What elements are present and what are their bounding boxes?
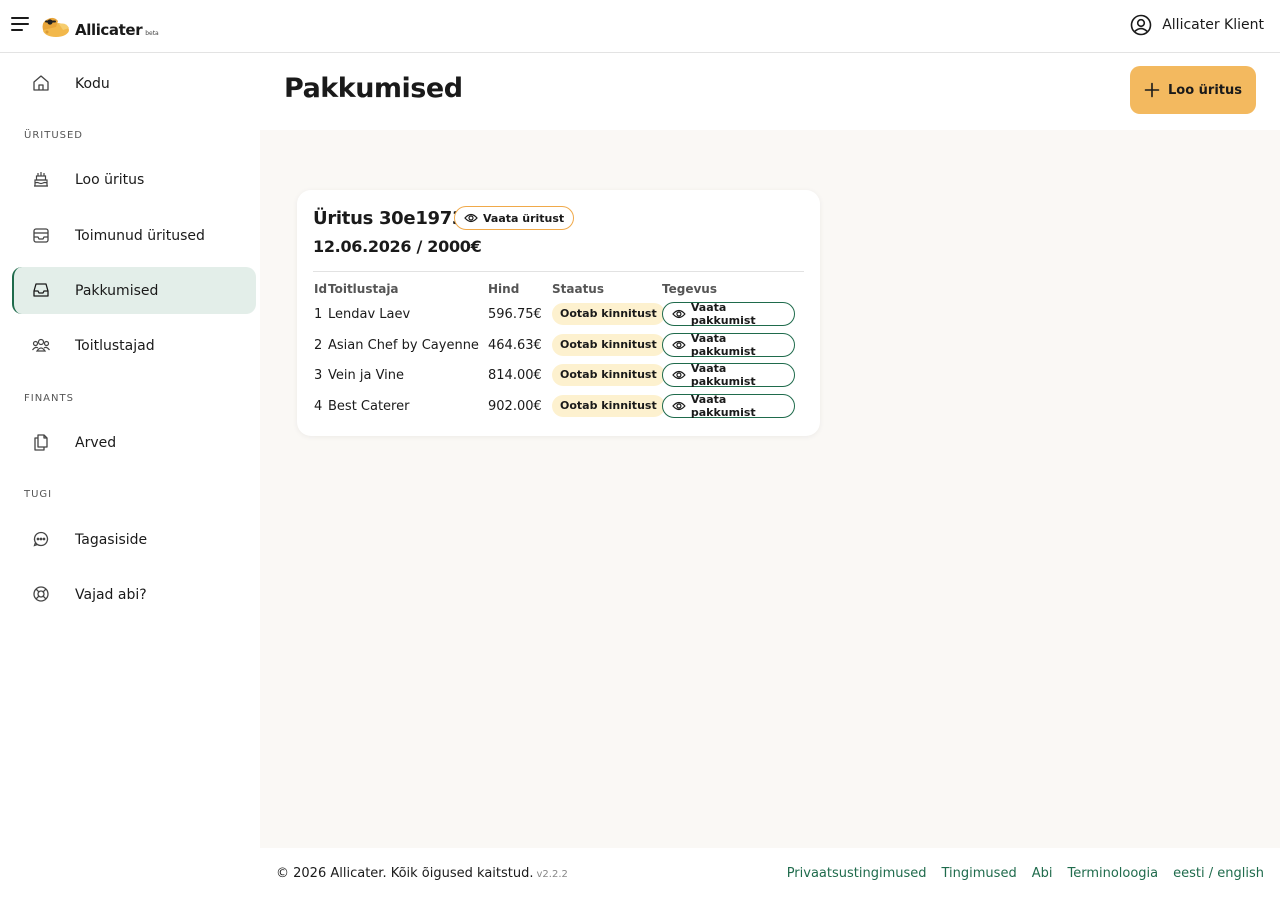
footer-link-help[interactable]: Abi [1032, 866, 1053, 881]
divider [313, 271, 804, 272]
row-caterer: Asian Chef by Cayenne [328, 338, 479, 353]
people-group-icon [32, 338, 50, 352]
version-label: v2.2.2 [536, 869, 568, 880]
sidebar-item-invoices[interactable]: Arved [12, 419, 256, 466]
lifebuoy-icon [33, 586, 49, 602]
sidebar-item-label: Pakkumised [75, 282, 159, 299]
table-row: 1 Lendav Laev 596.75€ Ootab kinnitust Va… [297, 301, 820, 331]
sidebar-item-create-event[interactable]: Loo üritus [12, 156, 256, 203]
table-row: 4 Best Caterer 902.00€ Ootab kinnitust V… [297, 393, 820, 423]
status-badge: Ootab kinnitust [552, 395, 665, 417]
sidebar-item-feedback[interactable]: Tagasiside [12, 516, 256, 563]
copyright-text: © 2026 Allicater. Kõik õigused kaitstud. [276, 866, 534, 881]
row-id: 3 [314, 368, 323, 383]
user-circle-icon [1130, 14, 1152, 36]
column-header-price: Hind [488, 282, 520, 296]
chat-bubble-icon [33, 531, 49, 547]
status-badge: Ootab kinnitust [552, 364, 665, 386]
hamburger-icon[interactable] [10, 14, 30, 34]
footer-link-terminology[interactable]: Terminoloogia [1067, 866, 1158, 881]
event-card: Üritus 30e19738 Vaata üritust 12.06.2026… [297, 190, 820, 436]
row-price: 902.00€ [488, 399, 542, 414]
view-offer-button[interactable]: Vaata pakkumist [662, 332, 795, 358]
row-id: 2 [314, 338, 323, 353]
view-offer-button[interactable]: Vaata pakkumist [662, 393, 795, 419]
footer: © 2026 Allicater. Kõik õigused kaitstud.… [260, 848, 1280, 900]
status-badge: Ootab kinnitust [552, 303, 665, 325]
row-caterer: Vein ja Vine [328, 368, 405, 383]
home-icon [33, 75, 49, 91]
beta-badge: beta [145, 30, 159, 37]
view-event-button-label: Vaata üritust [483, 211, 565, 225]
copyright: © 2026 Allicater. Kõik õigused kaitstud.… [276, 866, 568, 881]
sidebar-item-home[interactable]: Kodu [12, 60, 256, 107]
eye-icon [672, 309, 686, 319]
main-content: Üritus 30e19738 Vaata üritust 12.06.2026… [260, 130, 1280, 848]
archive-box-icon [33, 228, 49, 243]
column-header-status: Staatus [552, 282, 604, 296]
page-title: Pakkumised [284, 73, 463, 104]
eye-icon [672, 401, 686, 411]
cake-icon [34, 172, 48, 187]
sidebar-item-label: Vajad abi? [75, 586, 147, 603]
row-price: 464.63€ [488, 338, 542, 353]
view-offer-button-label: Vaata pakkumist [690, 301, 756, 327]
language-switch[interactable]: eesti / english [1173, 866, 1264, 881]
sidebar-item-label: Toitlustajad [75, 337, 155, 354]
sidebar-item-label: Loo üritus [75, 171, 145, 188]
view-offer-button[interactable]: Vaata pakkumist [662, 301, 795, 327]
section-label-support: TUGI [24, 489, 53, 500]
row-id: 4 [314, 399, 323, 414]
app-logo[interactable]: Allicater beta [39, 12, 159, 40]
view-offer-button-label: Vaata pakkumist [690, 393, 756, 419]
footer-links: Privaatsustingimused Tingimused Abi Term… [772, 866, 1264, 881]
event-date-budget: 12.06.2026 / 2000€ [313, 237, 482, 256]
section-label-events: ÜRITUSED [24, 130, 84, 141]
sidebar: Kodu ÜRITUSED Loo üritus Toimunud üritus… [0, 53, 260, 848]
user-name: Allicater Klient [1162, 17, 1264, 33]
row-id: 1 [314, 307, 323, 322]
documents-icon [34, 434, 48, 451]
create-event-button[interactable]: Loo üritus [1130, 66, 1256, 114]
alligator-logo-icon [42, 17, 69, 37]
footer-link-terms[interactable]: Tingimused [942, 866, 1017, 881]
eye-icon [672, 340, 686, 350]
app-name: Allicater [75, 21, 143, 39]
view-offer-button-label: Vaata pakkumist [690, 332, 756, 358]
user-menu[interactable]: Allicater Klient [1130, 14, 1264, 36]
footer-link-privacy[interactable]: Privaatsustingimused [787, 866, 927, 881]
view-event-button[interactable]: Vaata üritust [454, 206, 575, 230]
column-header-id: Id [314, 282, 328, 296]
sidebar-item-label: Toimunud üritused [75, 227, 205, 244]
sidebar-item-offers[interactable]: Pakkumised [12, 267, 256, 314]
table-row: 3 Vein ja Vine 814.00€ Ootab kinnitust V… [297, 362, 820, 392]
eye-icon [672, 370, 686, 380]
column-header-action: Tegevus [662, 282, 717, 296]
sidebar-item-label: Arved [75, 434, 117, 451]
view-offer-button[interactable]: Vaata pakkumist [662, 362, 795, 388]
row-caterer: Lendav Laev [328, 307, 411, 322]
top-bar: Allicater beta Allicater Klient [0, 0, 1280, 53]
create-event-button-label: Loo üritus [1167, 82, 1242, 98]
row-caterer: Best Caterer [328, 399, 410, 414]
status-badge: Ootab kinnitust [552, 334, 665, 356]
sidebar-item-past-events[interactable]: Toimunud üritused [12, 212, 256, 259]
view-offer-button-label: Vaata pakkumist [690, 362, 756, 388]
column-header-caterer: Toitlustaja [328, 282, 399, 296]
inbox-icon [33, 283, 49, 297]
section-label-finance: FINANTS [24, 393, 74, 404]
row-price: 814.00€ [488, 368, 542, 383]
sidebar-item-caterers[interactable]: Toitlustajad [12, 322, 256, 369]
sidebar-item-label: Kodu [75, 75, 110, 92]
eye-icon [464, 213, 478, 223]
row-price: 596.75€ [488, 307, 542, 322]
sidebar-item-help[interactable]: Vajad abi? [12, 571, 256, 618]
sidebar-item-label: Tagasiside [75, 531, 148, 548]
table-row: 2 Asian Chef by Cayenne 464.63€ Ootab ki… [297, 332, 820, 362]
page-header: Pakkumised Loo üritus [260, 53, 1280, 130]
plus-icon [1144, 82, 1160, 98]
event-title: Üritus 30e19738 [313, 208, 477, 229]
